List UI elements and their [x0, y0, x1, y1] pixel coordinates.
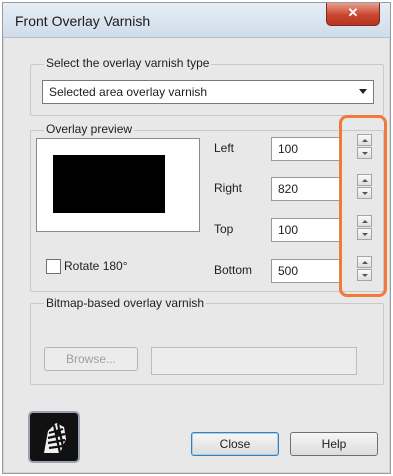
rotate-checkbox[interactable] — [46, 259, 61, 274]
top-label: Top — [214, 222, 234, 236]
overlay-preview-label: Overlay preview — [44, 122, 135, 136]
left-label: Left — [214, 141, 235, 155]
right-input[interactable]: 820 — [271, 177, 341, 201]
bottom-value: 500 — [278, 264, 299, 278]
close-button[interactable]: Close — [191, 432, 279, 456]
help-button[interactable]: Help — [290, 432, 378, 456]
right-value: 820 — [278, 182, 299, 196]
left-value: 100 — [278, 142, 299, 156]
bottom-label: Bottom — [214, 263, 253, 277]
bitmap-path-field[interactable] — [151, 347, 357, 375]
rotate-label[interactable]: Rotate 180° — [64, 259, 128, 273]
zebra-head-icon — [44, 423, 66, 454]
browse-button[interactable]: Browse... — [44, 347, 138, 371]
bitmap-label: Bitmap-based overlay varnish — [44, 296, 207, 310]
window-close-button[interactable]: ✕ — [326, 3, 380, 26]
overlay-area — [53, 155, 165, 213]
top-value: 100 — [278, 223, 299, 237]
spinner-highlight — [339, 115, 387, 297]
varnish-type-select[interactable]: Selected area overlay varnish — [42, 80, 374, 104]
varnish-type-selected: Selected area overlay varnish — [49, 85, 208, 99]
varnish-type-label: Select the overlay varnish type — [44, 56, 212, 70]
overlay-preview-canvas — [36, 138, 200, 232]
bottom-input[interactable]: 500 — [271, 259, 341, 283]
chevron-down-icon — [359, 89, 367, 94]
right-label: Right — [214, 181, 243, 195]
left-input[interactable]: 100 — [271, 137, 341, 161]
window-title: Front Overlay Varnish — [15, 13, 151, 29]
zebra-logo — [28, 411, 80, 463]
title-bar[interactable]: Front Overlay Varnish ✕ — [3, 3, 390, 38]
top-input[interactable]: 100 — [271, 218, 341, 242]
